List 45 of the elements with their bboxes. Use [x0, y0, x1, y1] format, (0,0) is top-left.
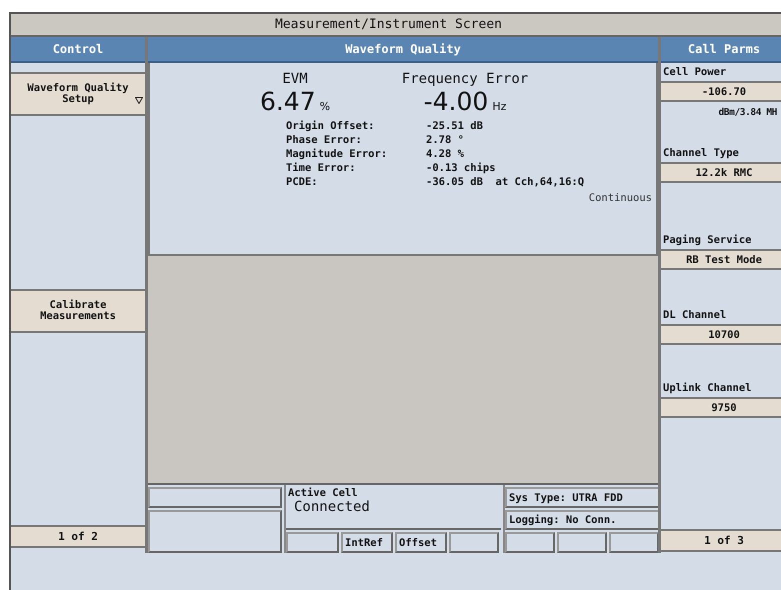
result-value: 2.78 ° [426, 134, 465, 146]
parameter-value[interactable]: 10700 [661, 324, 781, 345]
parameter-unit: dBm/3.84 MH [717, 106, 778, 120]
softkey-button[interactable]: Waveform Quality Setup [11, 72, 145, 116]
status-indicator: Offset [395, 532, 447, 553]
status-field [286, 532, 339, 553]
result-value: -25.51 dB [426, 120, 484, 132]
result-label: Time Error: [286, 162, 357, 174]
parameter-label: DL Channel [662, 308, 728, 323]
status-field [609, 532, 659, 553]
parameter-label: Channel Type [662, 146, 740, 161]
status-field [505, 532, 555, 553]
metric-value: 6.47 % [260, 87, 330, 116]
metric-value: -4.00 Hz [424, 87, 506, 116]
logging-status: Logging: No Conn. [505, 510, 661, 530]
caret-icon [135, 97, 143, 104]
softkey-button[interactable]: Calibrate Measurements [11, 289, 145, 333]
panel-header: Control [11, 37, 145, 63]
result-label: Magnitude Error: [286, 148, 388, 160]
parameter-value[interactable]: 12.2k RMC [661, 162, 781, 183]
metric-label: Frequency Error [402, 71, 528, 87]
result-label: PCDE: [286, 176, 319, 188]
parameter-label: Uplink Channel [662, 381, 753, 396]
metric-label: EVM [282, 71, 308, 87]
parameter-value[interactable]: -106.70 [661, 81, 781, 102]
system-type: Sys Type: UTRA FDD [505, 487, 661, 508]
page-indicator: 1 of 3 [661, 529, 781, 552]
parameter-value[interactable]: 9750 [661, 397, 781, 418]
parameter-label: Paging Service [662, 233, 753, 248]
status-field [557, 532, 607, 553]
result-value: -0.13 chips [426, 162, 497, 174]
status-indicator: IntRef [341, 532, 393, 553]
status-field [449, 532, 499, 553]
result-label: Phase Error: [286, 134, 363, 146]
parameter-value[interactable]: RB Test Mode [661, 249, 781, 270]
active-cell-status: Active Cell Connected [286, 487, 501, 530]
parameter-label: Cell Power [662, 65, 728, 80]
panel-header: Call Parms [661, 37, 781, 63]
page-indicator: 1 of 2 [11, 525, 145, 548]
result-label: Origin Offset: [286, 120, 376, 132]
window-title: Measurement/Instrument Screen [275, 17, 502, 32]
result-value: -36.05 dB at Cch,64,16:Q [426, 176, 586, 188]
result-value: 4.28 % [426, 148, 465, 160]
panel-header: Waveform Quality [148, 37, 658, 63]
trigger-mode: Continuous [588, 192, 652, 204]
